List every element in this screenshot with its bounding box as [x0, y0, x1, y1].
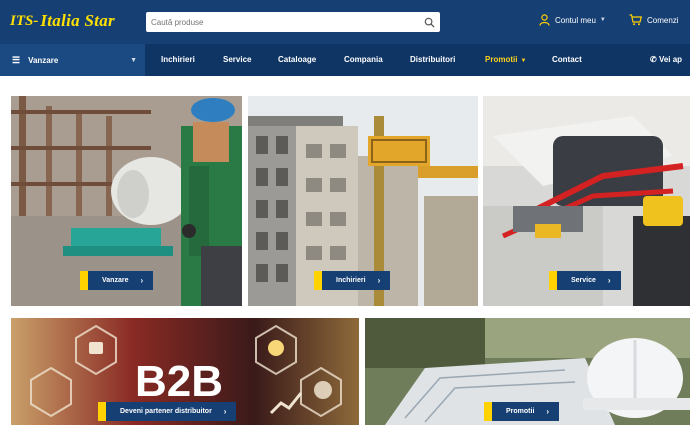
accent-bar — [484, 402, 492, 421]
search-button[interactable] — [418, 12, 440, 32]
nav-promotii-label: Promotii — [485, 55, 518, 64]
distribuitor-button[interactable]: Deveni partener distribuitor › — [98, 402, 237, 421]
orders-cart[interactable]: Comenzi — [629, 14, 679, 26]
accent-bar — [80, 271, 88, 290]
account-label: Contul meu — [555, 15, 596, 25]
cart-icon — [629, 14, 642, 26]
phone-link[interactable]: ✆ Vei ap — [650, 44, 682, 76]
accent-bar — [549, 271, 557, 290]
vanzare-button[interactable]: Vanzare › — [80, 271, 154, 290]
top-header: ITS- Italia Star Contul meu ▼ Comenzi — [0, 0, 690, 44]
site-logo[interactable]: ITS- Italia Star — [10, 8, 115, 34]
logo-brand-text: Italia Star — [40, 11, 115, 30]
promotii-button-body: Promotii › — [492, 402, 560, 421]
accent-bar — [98, 402, 106, 421]
promotii-label: Promotii — [506, 408, 535, 415]
inchirieri-label: Inchirieri — [336, 277, 366, 284]
inchirieri-button[interactable]: Inchirieri › — [314, 271, 391, 290]
categories-dropdown[interactable]: ☰ Vanzare ▼ — [0, 44, 145, 76]
phone-label: Vei ap — [658, 55, 683, 64]
cart-label: Comenzi — [647, 15, 679, 25]
distribuitor-label: Deveni partener distribuitor — [120, 408, 212, 415]
search-bar — [146, 12, 440, 32]
vanzare-button-body: Vanzare › — [88, 271, 154, 290]
user-icon — [539, 14, 550, 26]
tile-service[interactable]: Service › — [483, 96, 690, 306]
tile-promotii[interactable]: Promotii › — [365, 318, 690, 425]
chevron-down-icon: ▼ — [130, 56, 137, 64]
chevron-right-icon: › — [377, 276, 381, 285]
distribuitor-button-body: Deveni partener distribuitor › — [106, 402, 237, 421]
nav-inchirieri[interactable]: Inchirieri — [161, 44, 195, 76]
logo-its-text: ITS- — [10, 12, 39, 29]
account-menu[interactable]: Contul meu ▼ — [539, 14, 606, 26]
chevron-down-icon: ▼ — [599, 17, 606, 23]
tile-vanzare[interactable]: Vanzare › — [11, 96, 242, 306]
categories-label: Vanzare — [28, 55, 59, 65]
chevron-right-icon: › — [546, 407, 550, 416]
chevron-right-icon: › — [223, 407, 227, 416]
nav-compania[interactable]: Compania — [344, 44, 383, 76]
service-button[interactable]: Service › — [549, 271, 621, 290]
nav-cataloage[interactable]: Cataloage — [278, 44, 316, 76]
chevron-down-icon: ▼ — [520, 58, 527, 64]
promotii-button[interactable]: Promotii › — [484, 402, 560, 421]
service-label: Service — [571, 277, 596, 284]
nav-contact[interactable]: Contact — [552, 44, 582, 76]
chevron-right-icon: › — [140, 276, 144, 285]
menu-icon: ☰ — [12, 54, 21, 65]
tile-inchirieri[interactable]: Inchirieri › — [248, 96, 478, 306]
service-button-body: Service › — [557, 271, 621, 290]
b2b-image-text: B2B — [135, 357, 223, 406]
accent-bar — [314, 271, 322, 290]
vanzare-label: Vanzare — [102, 277, 129, 284]
inchirieri-button-body: Inchirieri › — [322, 271, 391, 290]
phone-icon: ✆ — [650, 55, 659, 64]
chevron-right-icon: › — [607, 276, 611, 285]
search-icon — [424, 17, 435, 28]
search-input[interactable] — [146, 13, 418, 31]
nav-promotii[interactable]: Promotii ▼ — [485, 44, 526, 76]
nav-service[interactable]: Service — [223, 44, 251, 76]
tile-distribuitor[interactable]: B2B Deveni partener distribuitor › — [11, 318, 359, 425]
main-nav: ☰ Vanzare ▼ Inchirieri Service Cataloage… — [0, 44, 690, 76]
nav-distribuitori[interactable]: Distribuitori — [410, 44, 455, 76]
